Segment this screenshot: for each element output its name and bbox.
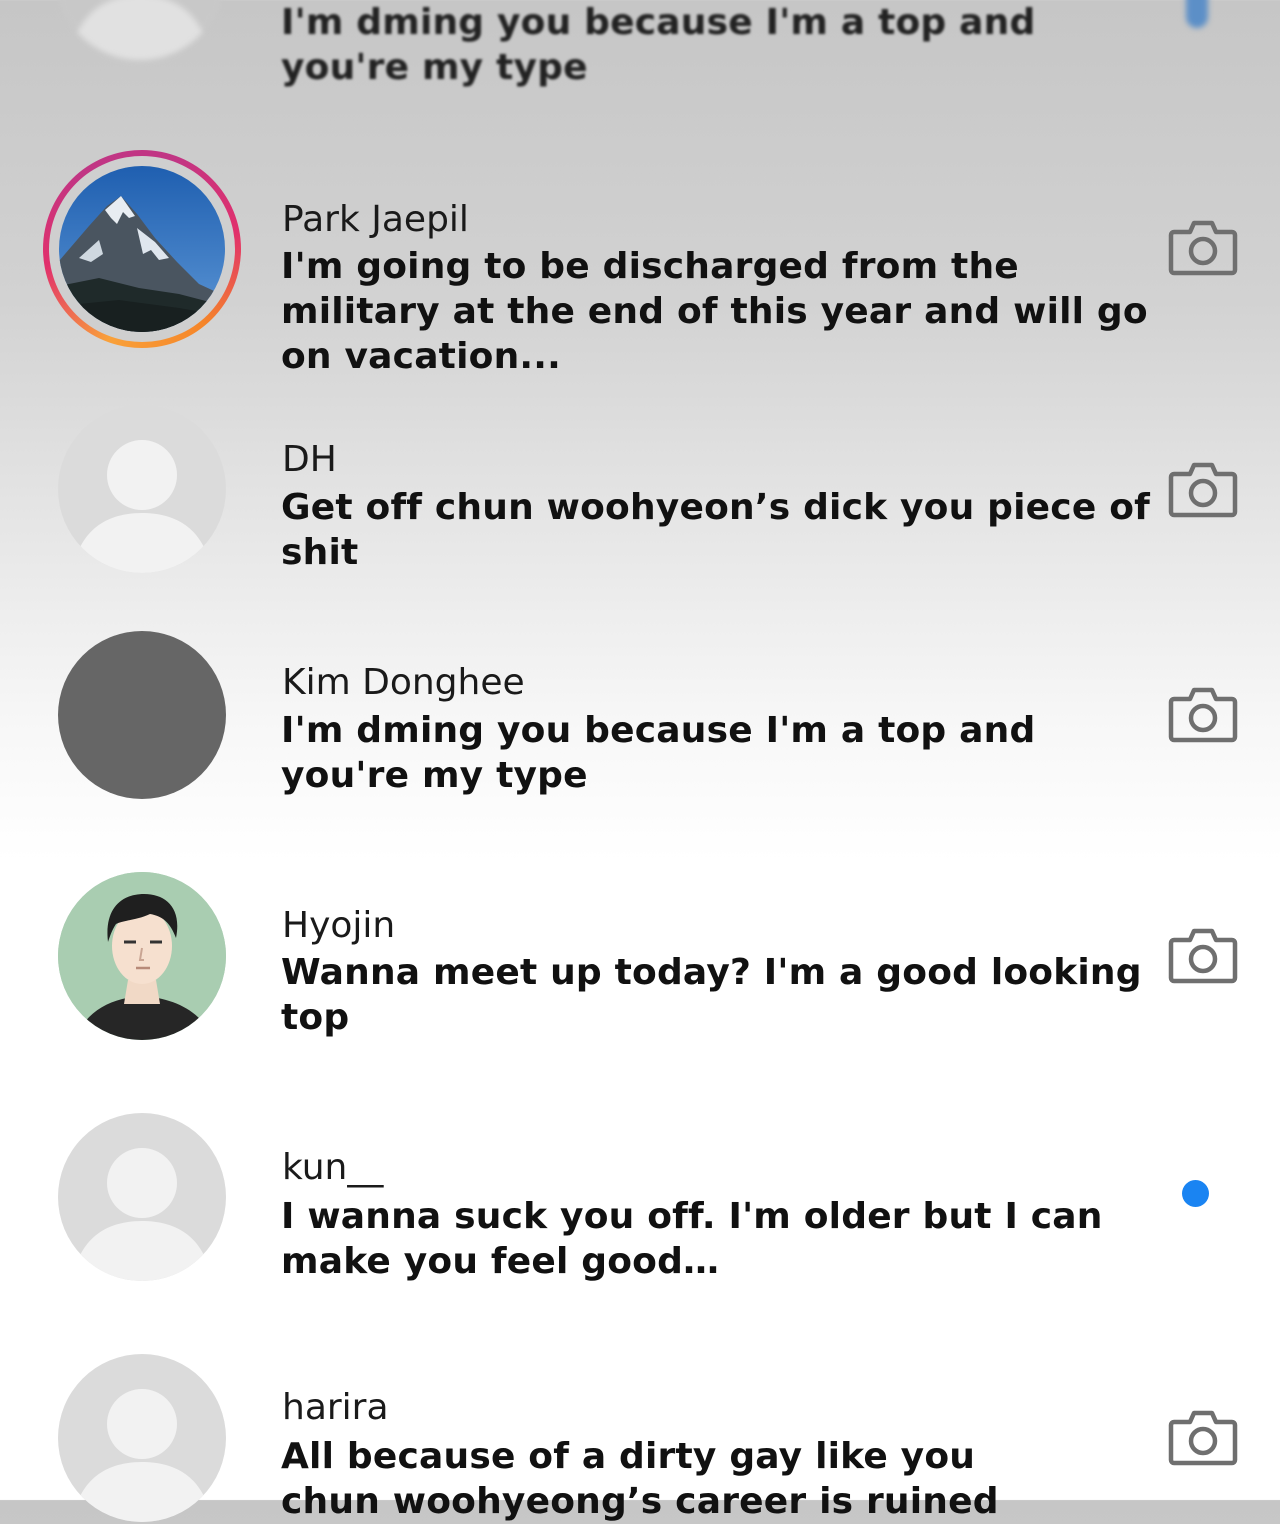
camera-icon[interactable] xyxy=(1168,1408,1238,1466)
message-preview: I wanna suck you off. I'm older but I ca… xyxy=(281,1196,1103,1282)
message-preview: Get off chun woohyeon’s dick you piece o… xyxy=(281,487,1150,573)
avatar xyxy=(55,0,225,60)
conversation-name: Park Jaepil xyxy=(282,199,469,240)
message-preview: Wanna meet up today? I'm a good looking … xyxy=(281,952,1142,1038)
conversation-name: Kim Donghee xyxy=(282,662,525,703)
default-avatar-icon xyxy=(72,440,212,573)
avatar xyxy=(58,872,226,1040)
message-preview: All because of a dirty gay like you chun… xyxy=(281,1436,999,1522)
illustrated-person-icon xyxy=(58,872,226,1040)
camera-icon[interactable] xyxy=(1168,218,1238,276)
camera-icon[interactable] xyxy=(1168,685,1238,743)
camera-icon[interactable] xyxy=(1168,460,1238,518)
avatar xyxy=(58,1113,226,1281)
conversation-name: kun__ xyxy=(282,1147,384,1188)
avatar xyxy=(58,405,226,573)
unread-dot xyxy=(1182,1180,1209,1207)
message-preview: I'm going to be discharged from the mili… xyxy=(281,246,1148,377)
default-avatar-icon xyxy=(72,1389,212,1522)
conversation-name: Hyojin xyxy=(282,905,396,946)
conversation-name: DH xyxy=(282,439,337,480)
default-avatar-icon xyxy=(72,1148,212,1281)
story-ring[interactable] xyxy=(43,150,241,348)
avatar xyxy=(58,631,226,799)
conversation-name: harira xyxy=(282,1387,389,1428)
unread-dot xyxy=(1186,0,1208,28)
avatar xyxy=(59,166,225,332)
camera-icon[interactable] xyxy=(1168,926,1238,984)
default-avatar-icon xyxy=(55,0,225,60)
message-preview: I'm dming you because I'm a top and you'… xyxy=(281,710,1036,796)
message-preview: I'm dming you because I'm a top and you'… xyxy=(281,2,1036,88)
mountain-photo-icon xyxy=(59,166,225,332)
avatar xyxy=(58,1354,226,1522)
